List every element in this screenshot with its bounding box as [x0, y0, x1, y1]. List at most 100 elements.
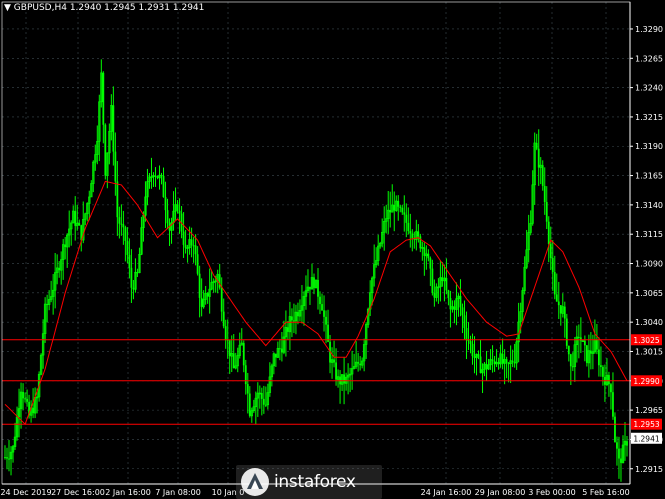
candle-body [297, 312, 299, 317]
price-tick-label: 1.3115 [635, 230, 663, 239]
candle-body [596, 339, 598, 350]
candle-body [335, 362, 337, 380]
candle-body [313, 277, 315, 288]
candle-body [132, 287, 135, 290]
symbol-header[interactable]: ▼ GBPUSD,H4 1.2940 1.2945 1.2931 1.2941 [4, 3, 204, 13]
candle-body [262, 398, 265, 405]
candle-body [423, 247, 426, 256]
candle-body [6, 457, 8, 459]
candle-body [571, 366, 574, 368]
candle-body [222, 311, 225, 327]
candle-body [264, 404, 267, 406]
time-tick-label: 3 Feb 00:00 [528, 488, 575, 497]
candle-body [579, 337, 582, 341]
candle-body [616, 442, 618, 449]
candle-body [493, 361, 496, 365]
candle-body [319, 296, 321, 305]
candle-body [485, 363, 488, 370]
candle-body [461, 307, 464, 316]
current-price-text: 1.2941 [633, 434, 659, 443]
candle-body [220, 287, 223, 312]
candle-body [291, 316, 293, 321]
candle-body [74, 211, 77, 226]
candle-body [359, 363, 362, 366]
candle-body [471, 343, 474, 357]
candle-body [22, 391, 24, 399]
price-tick-label: 1.3265 [635, 54, 663, 63]
candle-body [463, 315, 466, 329]
candle-body [545, 202, 548, 222]
candle-body [242, 343, 245, 366]
watermark-banner: instaforex [236, 465, 382, 499]
candle-body [274, 353, 277, 358]
price-tick-label: 1.3065 [635, 289, 663, 298]
candle-body [164, 197, 167, 211]
candle-body [565, 318, 568, 346]
candle-body [293, 320, 295, 322]
candle-body [598, 349, 600, 366]
candle-body [473, 356, 476, 358]
candle-body [46, 304, 49, 306]
candle-body [8, 458, 10, 460]
candle-body [427, 253, 430, 259]
level-tag-text: 1.3025 [633, 336, 659, 345]
candle-body [120, 223, 123, 225]
candle-body [555, 294, 558, 302]
candle-body [321, 304, 323, 311]
candle-body [608, 375, 610, 385]
level-tag-text: 1.2953 [633, 420, 659, 429]
time-tick-label: 24 Dec 2019 [0, 488, 51, 497]
candle-body [114, 151, 117, 182]
candle-body [612, 392, 614, 417]
candle-body [543, 185, 546, 203]
candle-body [403, 212, 406, 215]
price-tick-label: 1.3015 [635, 347, 663, 356]
candle-body [224, 326, 227, 340]
candle-body [551, 257, 554, 273]
price-chart[interactable]: 1.29151.29401.29651.29901.30151.30401.30… [0, 0, 665, 499]
candle-body [323, 310, 325, 317]
candle-body [280, 348, 283, 353]
candle-body [417, 231, 420, 237]
candle-body [4, 457, 6, 459]
candle-body [600, 365, 602, 367]
candle-body [602, 366, 604, 377]
price-tick-label: 1.2965 [635, 406, 663, 415]
candle-body [563, 306, 566, 319]
candle-body [569, 354, 572, 367]
candle-body [393, 204, 396, 211]
candle-body [162, 175, 165, 198]
candle-body [232, 353, 235, 369]
price-tick-label: 1.3090 [635, 260, 663, 269]
candle-body [196, 254, 199, 274]
candle-body [626, 441, 628, 446]
candle-body [182, 231, 185, 245]
candle-body [154, 175, 157, 177]
candle-body [399, 206, 402, 208]
instaforex-logo-icon [241, 468, 269, 496]
candle-body [26, 398, 28, 402]
candle-body [409, 231, 412, 234]
candle-body [166, 210, 169, 224]
price-tick-label: 1.3040 [635, 318, 663, 327]
candle-body [176, 204, 179, 211]
candle-body [449, 298, 452, 310]
candle-body [547, 221, 550, 244]
candle-body [411, 233, 414, 239]
candle-body [78, 223, 81, 226]
candle-body [557, 301, 560, 306]
candle-body [228, 340, 231, 357]
candle-body [104, 124, 107, 176]
candle-body [429, 258, 432, 269]
candle-body [287, 327, 289, 332]
level-tag-text: 1.2990 [633, 377, 659, 386]
candle-body [130, 267, 133, 288]
candle-body [122, 224, 125, 228]
candle-body [200, 297, 203, 307]
candle-body [567, 345, 570, 355]
candle-body [116, 181, 119, 218]
candle-body [541, 165, 544, 186]
price-tick-label: 1.3140 [635, 201, 663, 210]
candle-body [128, 254, 131, 268]
chart-dropdown-icon[interactable]: ▼ [4, 3, 11, 13]
